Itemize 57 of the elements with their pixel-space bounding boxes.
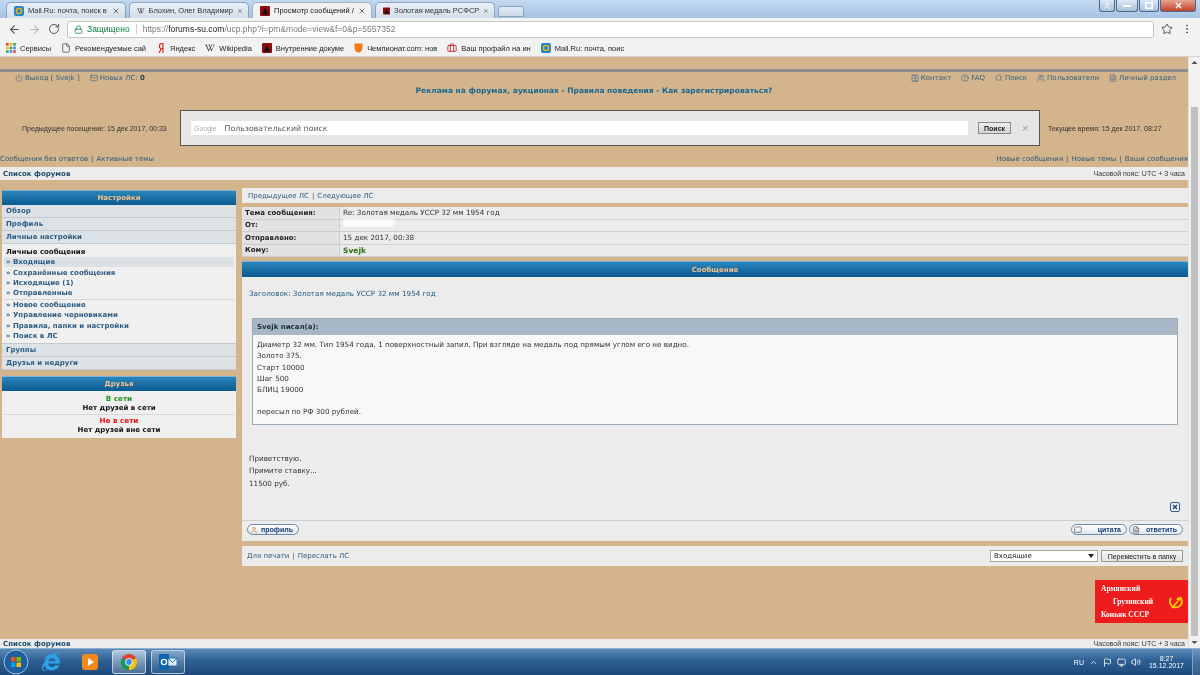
url-text: https://forums-su.com/ucp.php?i=pm&mode=view&f=0&p=5557352 [142,24,396,34]
person-icon [250,525,258,534]
triangle-tile-icon [383,5,391,16]
segmented-circle-icon [120,653,138,671]
arrow-right-icon [27,22,41,36]
arrow-left-icon [7,22,21,36]
page-icon [61,43,72,53]
minimize-icon [1123,4,1131,7]
play-tile-icon [82,654,98,670]
hammer-sickle-icon [1168,593,1184,610]
maximize-icon [1145,2,1153,9]
contact-card-icon [910,74,919,82]
speech-bubble-icon [1074,525,1082,534]
search-icon [994,74,1003,82]
envelope-tile-icon [159,654,177,670]
taskbar-button[interactable] [151,650,185,674]
monitor-icon[interactable] [1116,657,1126,667]
close-box-icon[interactable] [1170,502,1180,513]
maximize-button[interactable] [1139,0,1159,12]
bookmark-star-button[interactable] [1160,22,1174,36]
lock-icon [74,24,83,34]
document-icon [1132,525,1140,534]
redaction-blur [343,218,395,227]
briefcase-icon [447,43,458,53]
flag-icon[interactable] [1102,657,1112,667]
shield-icon [354,43,364,53]
minimize-button[interactable] [1116,0,1138,12]
close-icon[interactable] [236,6,243,15]
document-icon [1109,74,1118,82]
close-icon[interactable] [112,6,120,15]
triangle-tile-icon [260,5,270,16]
speaker-icon[interactable] [1130,657,1141,667]
close-icon [1173,1,1183,10]
close-icon[interactable] [358,6,366,15]
caret-icon [1088,554,1094,559]
triangle-tile-icon [261,43,272,53]
app-grid-icon [6,43,16,53]
ring-tile-icon [540,43,551,53]
back-button[interactable] [7,22,21,36]
power-icon [15,74,23,82]
reload-icon [48,23,60,35]
address-bar[interactable]: Защищено https://forums-su.com/ucp.php?i=pm&mode=view&f=0&p=5557352 [67,20,1154,38]
envelope-icon [89,74,98,82]
reload-button[interactable] [47,22,61,36]
person-icon [1103,1,1111,10]
globe-e-icon [42,653,60,671]
start-orb-icon[interactable] [3,649,29,675]
w-logo-icon [205,43,216,53]
security-label: Защищено [87,24,130,34]
taskbar-button[interactable] [112,650,146,674]
profile-button[interactable] [1099,0,1115,12]
ring-tile-icon [14,5,24,16]
star-icon [1161,23,1173,35]
help-icon [961,74,970,82]
users-icon [1037,74,1046,82]
close-window-button[interactable] [1160,0,1196,12]
scrollbar-thumb[interactable] [1191,107,1198,636]
